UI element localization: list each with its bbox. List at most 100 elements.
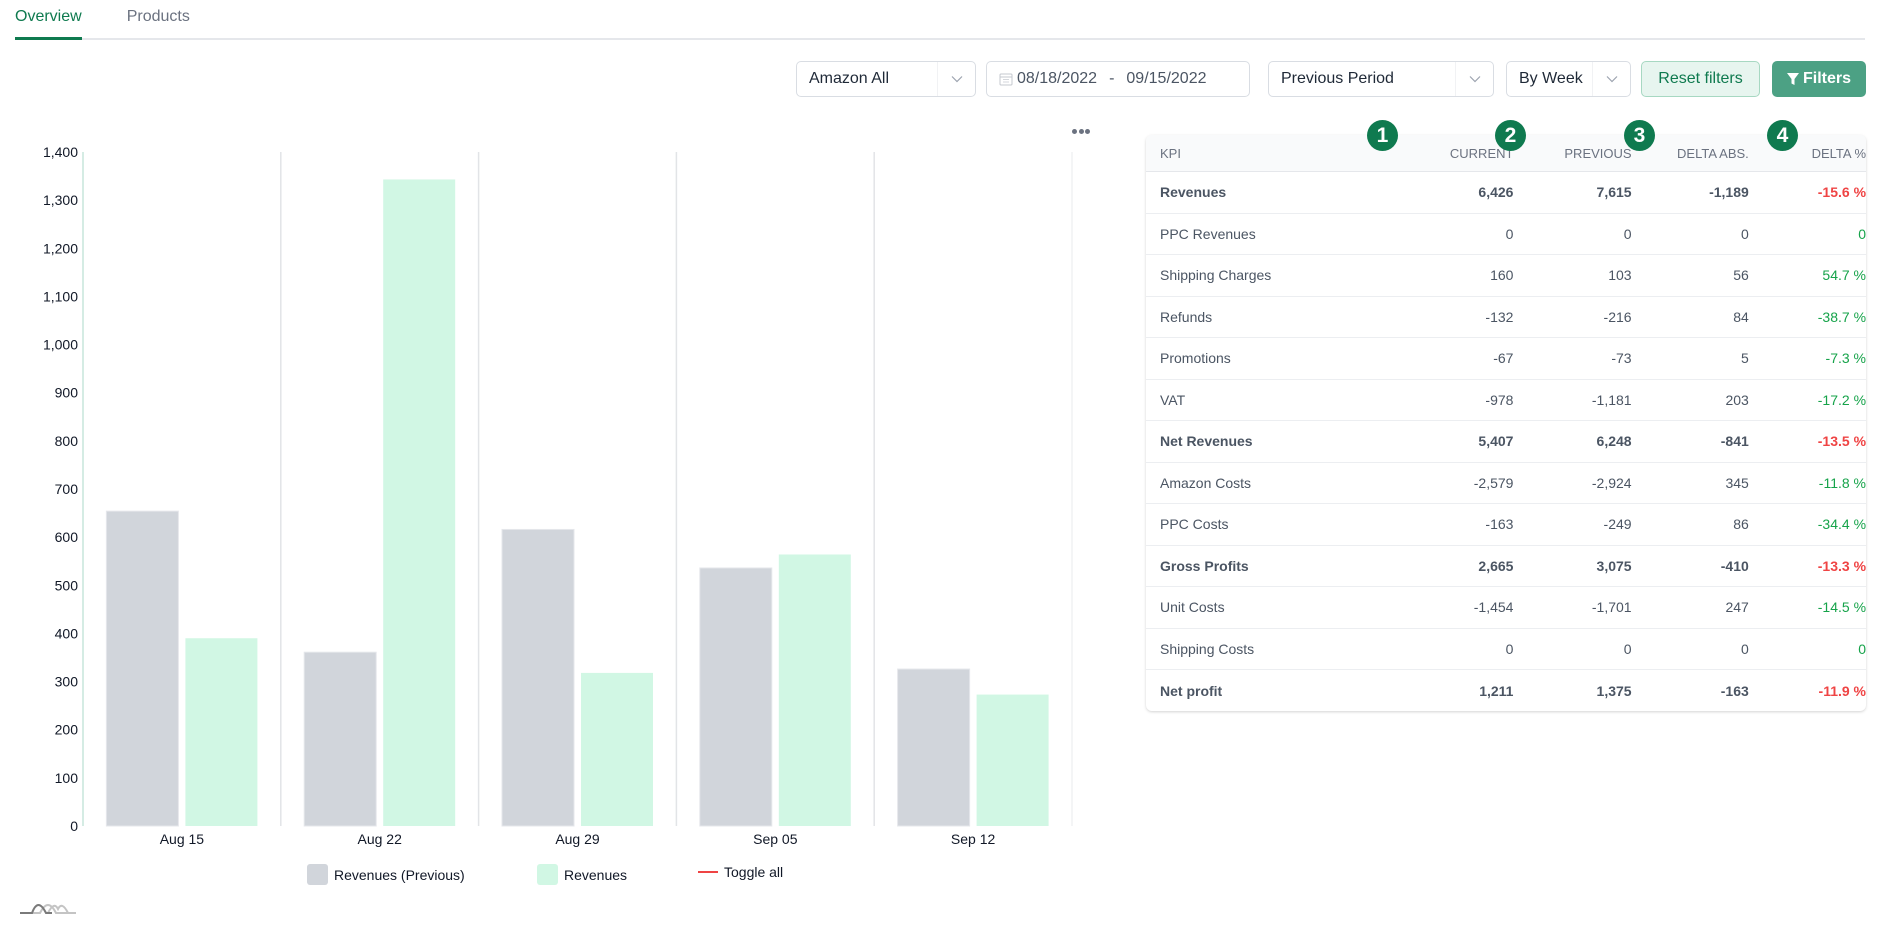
delta-pct-cell: -7.3 %	[1825, 350, 1867, 367]
header-delta-pct[interactable]: DELTA %	[1749, 146, 1866, 161]
current-cell: 5,407	[1478, 433, 1514, 450]
header-delta-abs[interactable]: DELTA ABS.	[1632, 146, 1749, 161]
current-cell: 160	[1490, 267, 1514, 284]
chart-bars	[105, 179, 1049, 827]
kpi-cell: Amazon Costs	[1160, 474, 1252, 491]
x-tick-label: Sep 05	[753, 831, 798, 847]
header-previous[interactable]: PREVIOUS	[1513, 146, 1631, 161]
bar-revenues[interactable]	[185, 638, 258, 826]
badge-4: 4	[1767, 120, 1798, 151]
y-tick-label: 500	[55, 577, 79, 593]
bar-revenues-previous[interactable]	[897, 668, 971, 827]
kpi-cell: Promotions	[1160, 350, 1231, 367]
chevron-down-icon	[1592, 62, 1630, 96]
chevron-down-icon	[1455, 62, 1493, 96]
delta-pct-cell: -13.5 %	[1817, 433, 1867, 450]
bar-revenues-previous[interactable]	[501, 528, 575, 827]
kpi-cell: PPC Costs	[1160, 516, 1229, 533]
filter-icon	[1786, 72, 1799, 85]
bar-revenues-previous[interactable]	[105, 510, 179, 827]
revenue-bar-chart: 0 100 200 300 400 500 600 700 800 900 1,000 1,100 1,…	[43, 144, 1073, 847]
table-row: PPC Costs -163 -249 86 -34.4 %	[1146, 504, 1866, 546]
delta-pct-cell: -17.2 %	[1817, 391, 1867, 408]
kpi-table-body: Revenues 6,426 7,615 -1,189 -15.6 % PPC Reven…	[1146, 172, 1866, 712]
delta-abs-cell: -410	[1720, 557, 1749, 574]
current-cell: -163	[1485, 516, 1514, 533]
legend-swatch-current	[537, 864, 558, 885]
delta-pct-cell: 0	[1858, 640, 1867, 657]
table-row: PPC Revenues 0 0 0 0	[1146, 214, 1867, 255]
x-tick-label: Sep 12	[951, 831, 996, 847]
previous-cell: 0	[1623, 225, 1632, 242]
y-tick-label: 1,100	[43, 288, 78, 304]
granularity-select[interactable]: By Week	[1506, 61, 1631, 97]
y-tick-label: 700	[55, 481, 79, 497]
bar-revenues-previous[interactable]	[699, 567, 773, 827]
delta-pct-cell: -34.4 %	[1817, 516, 1867, 533]
y-tick-label: 100	[55, 770, 79, 786]
delta-abs-cell: 345	[1725, 474, 1749, 491]
delta-abs-cell: 56	[1733, 267, 1749, 284]
bar-revenues-previous[interactable]	[303, 651, 377, 827]
y-tick-label: 600	[55, 529, 79, 545]
current-cell: -1,454	[1473, 599, 1514, 616]
previous-cell: 0	[1623, 640, 1632, 657]
table-row: Amazon Costs -2,579 -2,924 345 -11.8 %	[1146, 463, 1866, 504]
y-tick-label: 1,400	[43, 144, 78, 160]
current-cell: 0	[1505, 640, 1514, 657]
table-row: Net profit 1,211 1,375 -163 -11.9 %	[1146, 670, 1866, 712]
delta-pct-cell: 0	[1858, 225, 1867, 242]
filters-button[interactable]: Filters	[1772, 61, 1866, 97]
bar-revenues[interactable]	[778, 554, 851, 826]
delta-pct-cell: -13.3 %	[1817, 557, 1867, 574]
y-tick-label: 400	[55, 625, 79, 641]
bar-revenues[interactable]	[383, 179, 456, 827]
previous-cell: -1,181	[1591, 391, 1632, 408]
previous-cell: 1,375	[1596, 682, 1632, 699]
kpi-cell: Net Revenues	[1160, 433, 1253, 450]
filters-button-label: Filters	[1802, 70, 1851, 87]
current-cell: -132	[1485, 308, 1514, 325]
delta-abs-cell: 203	[1725, 391, 1749, 408]
delta-abs-cell: 84	[1733, 308, 1749, 325]
legend-label: Toggle all	[724, 864, 784, 880]
current-cell: 1,211	[1479, 682, 1514, 699]
legend-swatch-previous	[307, 864, 328, 885]
previous-cell: -216	[1603, 308, 1632, 325]
previous-cell: -249	[1603, 516, 1632, 533]
kpi-cell: Net profit	[1160, 682, 1223, 699]
legend-toggle-all[interactable]: Toggle all	[698, 864, 783, 880]
current-cell: 6,426	[1478, 184, 1514, 201]
delta-abs-cell: 247	[1725, 599, 1749, 616]
x-axis: Aug 15 Aug 22 Aug 29 Sep 05 Sep 12	[160, 831, 996, 847]
delta-abs-cell: -841	[1720, 433, 1749, 450]
comparison-select-value: Previous Period	[1281, 70, 1394, 87]
granularity-select-value: By Week	[1519, 70, 1583, 87]
kpi-cell: Refunds	[1160, 308, 1213, 325]
header-kpi[interactable]: KPI	[1146, 146, 1350, 161]
bar-revenues[interactable]	[581, 672, 653, 826]
delta-abs-cell: 86	[1733, 516, 1749, 533]
y-tick-label: 1,000	[43, 337, 78, 353]
date-end[interactable]: 09/15/2022	[1126, 70, 1206, 88]
kpi-cell: Shipping Charges	[1160, 267, 1272, 284]
legend-item-revenues-previous[interactable]: Revenues (Previous)	[307, 864, 465, 885]
table-row: Revenues 6,426 7,615 -1,189 -15.6 %	[1146, 172, 1866, 214]
table-row: VAT -978 -1,181 203 -17.2 %	[1146, 380, 1867, 421]
bar-revenues[interactable]	[976, 694, 1049, 826]
reset-filters-button[interactable]: Reset filters	[1641, 61, 1760, 97]
y-tick-label: 300	[55, 674, 79, 690]
y-tick-label: 800	[55, 433, 79, 449]
delta-pct-cell: -14.5 %	[1817, 599, 1867, 616]
legend-item-revenues[interactable]: Revenues	[537, 864, 627, 885]
x-tick-label: Aug 22	[358, 831, 403, 847]
comparison-select[interactable]: Previous Period	[1268, 61, 1494, 97]
y-tick-label: 900	[55, 385, 79, 401]
badge-1: 1	[1367, 120, 1398, 151]
y-tick-label: 1,300	[43, 192, 78, 208]
kpi-cell: Revenues	[1160, 184, 1227, 201]
previous-cell: -2,924	[1591, 474, 1632, 491]
delta-pct-cell: -38.7 %	[1817, 308, 1867, 325]
badge-3: 3	[1624, 120, 1655, 151]
legend-line-icon	[698, 871, 718, 873]
